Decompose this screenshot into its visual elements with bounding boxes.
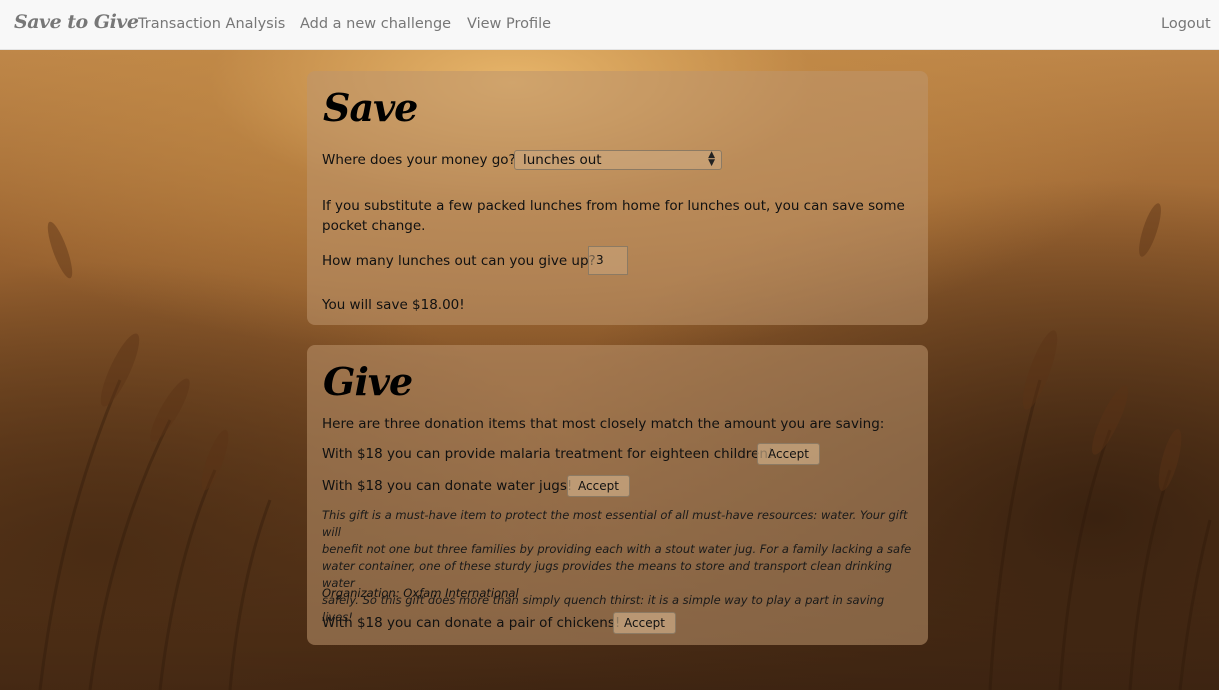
brand-logo[interactable]: Save to Give xyxy=(14,11,139,33)
nav-transaction-analysis[interactable]: Transaction Analysis xyxy=(138,16,285,32)
accept-water-jugs-button[interactable]: Accept xyxy=(567,475,630,497)
tip-text-line1: If you substitute a few packed lunches f… xyxy=(322,198,905,214)
lunch-count-input[interactable]: 3 xyxy=(588,246,628,275)
savings-result: You will save $18.00! xyxy=(322,297,465,313)
accept-chickens-button[interactable]: Accept xyxy=(613,612,676,634)
donation-item-text: With $18 you can provide malaria treatme… xyxy=(322,446,774,462)
save-panel: Save Where does your money go? lunches o… xyxy=(307,71,928,325)
nav-add-challenge[interactable]: Add a new challenge xyxy=(300,16,451,32)
give-title: Give xyxy=(323,359,413,404)
top-navbar: Save to Give Transaction Analysis Add a … xyxy=(0,0,1219,50)
description-line: benefit not one but three families by pr… xyxy=(322,542,912,556)
lunch-count-value: 3 xyxy=(596,253,604,267)
category-select-value: lunches out xyxy=(523,152,602,168)
select-arrows-icon: ▲ ▼ xyxy=(708,150,715,168)
category-select[interactable]: lunches out ▲ ▼ xyxy=(514,150,722,170)
item-description: This gift is a must-have item to protect… xyxy=(322,507,912,626)
nav-view-profile[interactable]: View Profile xyxy=(467,16,551,32)
logout-link[interactable]: Logout xyxy=(1161,16,1211,32)
description-line: This gift is a must-have item to protect… xyxy=(322,508,908,539)
organization-label: Organization: Oxfam International xyxy=(322,586,519,600)
donation-item-text: With $18 you can donate water jugs! xyxy=(322,478,573,494)
give-panel: Give Here are three donation items that … xyxy=(307,345,928,645)
save-title: Save xyxy=(323,85,418,130)
tip-text-line2: pocket change. xyxy=(322,218,426,234)
donation-item-text: With $18 you can donate a pair of chicke… xyxy=(322,615,621,631)
accept-malaria-button[interactable]: Accept xyxy=(757,443,820,465)
count-question: How many lunches out can you give up? xyxy=(322,253,596,269)
give-intro: Here are three donation items that most … xyxy=(322,416,885,432)
category-question: Where does your money go? xyxy=(322,152,516,168)
